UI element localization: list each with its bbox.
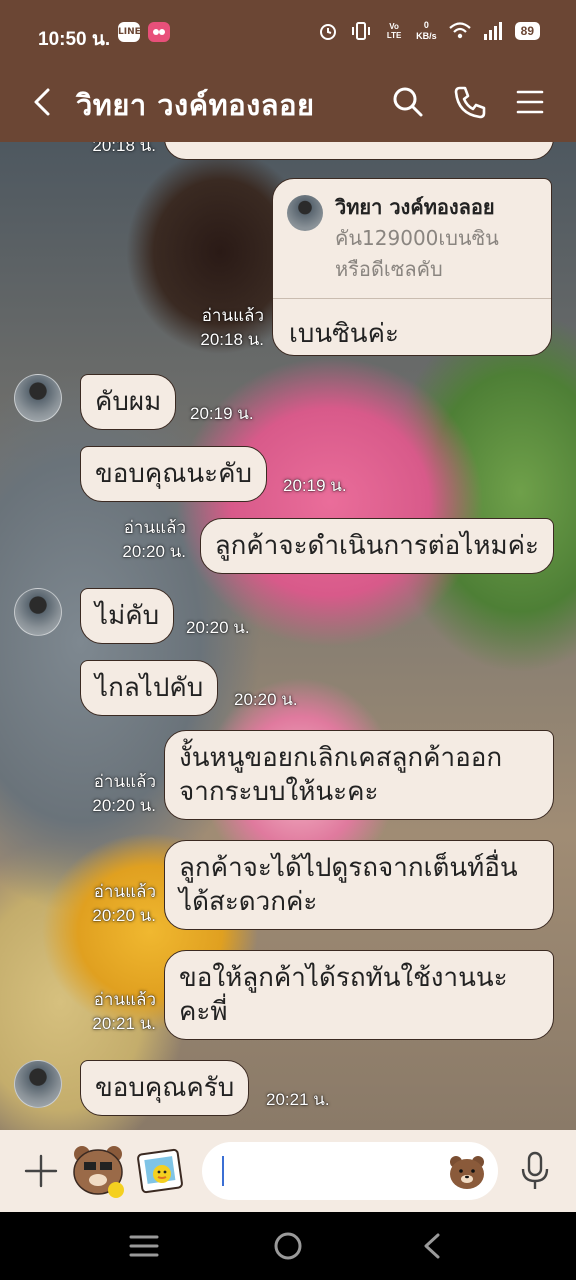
nav-back-icon[interactable] [418,1230,446,1262]
message-text-line1: ลูกค้าจะได้ไปดูรถจากเต็นท์อื่น [179,853,518,883]
reply-text: เบนซินค่ะ [289,319,399,349]
message-text: ขอบคุณครับ [95,1073,235,1103]
message-text: คับผม [95,387,162,417]
quoted-message[interactable]: วิทยา วงค์ทองลอย คัน129000เบนซิน หรือดีเ… [273,179,551,299]
chat-header: วิทยา วงค์ทองลอย [0,68,576,142]
quoted-text-line1: คัน129000เบนซิน [335,226,499,250]
read-receipt: อ่านแล้ว [93,990,156,1009]
read-receipt: อ่านแล้ว [93,772,156,791]
alarm-icon [320,24,337,40]
search-icon[interactable] [388,82,428,122]
message-text: ไม่คับ [95,601,160,631]
message-meta: อ่านแล้ว 20:21 น. [66,988,156,1036]
quoted-sender-name: วิทยา วงค์ทองลอย [335,195,495,219]
text-caret [222,1156,224,1186]
message-text-line2: จากระบบให้นะคะ [179,777,379,807]
outgoing-message-bubble[interactable]: งั้นหนูขอยกเลิกเคสลูกค้าออก จากระบบให้นะ… [164,730,554,820]
signal-icon [483,22,502,40]
message-text-line2: ได้สะดวกค่ะ [179,887,318,917]
volte-icon: Vo LTE [386,22,402,40]
home-icon[interactable] [272,1230,304,1262]
incoming-message-bubble[interactable]: ขอบคุณนะคับ [80,446,268,502]
message-time: 20:21 น. [266,1090,330,1109]
message-text-line1: ขอให้ลูกค้าได้รถทันใช้งานนะ [179,963,508,993]
net-speed: 0 KB/s [416,20,437,42]
message-time: 20:20 น. [122,542,186,561]
message-time: 20:20 น. [92,906,156,925]
message-time: 20:20 น. [234,690,298,709]
wifi-icon [448,22,471,39]
phone-icon[interactable] [450,82,490,122]
menu-icon[interactable] [510,82,550,122]
status-time: 10:50 น. [38,29,111,50]
reply-meta: อ่านแล้ว 20:18 น. [160,304,264,352]
image-sticker-icon[interactable] [136,1146,188,1198]
outgoing-message-bubble[interactable]: ลูกค้าจะได้ไปดูรถจากเต็นท์อื่น ได้สะดวกค… [164,840,554,930]
message-time: 20:19 น. [283,476,347,495]
message-text: ขอบคุณนะคับ [95,459,253,489]
message-time: 20:19 น. [190,404,254,423]
partial-message-bubble[interactable] [164,142,554,160]
message-input[interactable] [202,1142,498,1200]
system-nav-bar [0,1212,576,1280]
chat-title[interactable]: วิทยา วงค์ทองลอย [76,82,315,128]
incoming-message-bubble[interactable]: ขอบคุณครับ [80,1060,250,1116]
read-receipt: อ่านแล้ว [93,882,156,901]
contact-avatar[interactable] [14,1060,62,1108]
partial-message-time: 20:18 น. [92,142,156,155]
net-speed-unit: KB/s [416,31,437,41]
read-receipt: อ่านแล้ว [123,518,186,537]
net-speed-value: 0 [423,20,429,30]
contact-avatar[interactable] [14,374,62,422]
emoji-bear-icon[interactable] [448,1154,486,1190]
message-text: ไกลไปคับ [95,673,204,703]
plus-icon[interactable] [22,1152,60,1190]
message-time: 20:18 น. [200,330,264,349]
sticker-app-icon [148,22,170,42]
message-meta: อ่านแล้ว 20:20 น. [66,770,156,818]
message-text-line2: คะพี่ [179,997,228,1027]
quoted-avatar [287,195,323,231]
reply-message-bubble[interactable]: วิทยา วงค์ทองลอย คัน129000เบนซิน หรือดีเ… [272,178,552,356]
battery-icon: 89 [514,22,540,40]
chat-area[interactable]: 20:18 น. วิทยา วงค์ทองลอย คัน129000เบนซิ… [0,142,576,1130]
message-time: 20:20 น. [92,796,156,815]
message-text: ลูกค้าจะดำเนินการต่อไหมค่ะ [214,531,539,561]
status-right-icons: Vo LTE 0 KB/s 89 [318,20,540,42]
message-text-line1: งั้นหนูขอยกเลิกเคสลูกค้าออก [179,743,503,773]
message-input-bar [0,1130,576,1212]
message-meta: อ่านแล้ว 20:20 น. [66,880,156,928]
outgoing-message-bubble[interactable]: ขอให้ลูกค้าได้รถทันใช้งานนะ คะพี่ [164,950,554,1040]
quoted-text: คัน129000เบนซิน หรือดีเซลคับ [335,223,499,285]
incoming-message-bubble[interactable]: ไม่คับ [80,588,175,644]
message-time: 20:20 น. [186,618,250,637]
status-left-icons: LINE [118,22,170,42]
outgoing-message-bubble[interactable]: ลูกค้าจะดำเนินการต่อไหมค่ะ [199,518,554,574]
read-receipt: อ่านแล้ว [201,306,264,325]
vibrate-icon [352,22,371,40]
incoming-message-bubble[interactable]: ไกลไปคับ [80,660,219,716]
back-icon[interactable] [24,82,64,122]
quoted-text-line2: หรือดีเซลคับ [335,257,443,281]
line-app-icon: LINE [118,22,141,42]
message-meta: อ่านแล้ว 20:20 น. [96,516,186,564]
status-bar: 10:50 น. LINE Vo LTE 0 KB/s 89 [0,0,576,68]
microphone-icon[interactable] [516,1150,554,1192]
message-time: 20:21 น. [92,1014,156,1033]
contact-avatar[interactable] [14,588,62,636]
incoming-message-bubble[interactable]: คับผม [80,374,177,430]
brown-bear-sticker-icon[interactable] [70,1142,126,1200]
recent-apps-icon[interactable] [128,1232,160,1260]
